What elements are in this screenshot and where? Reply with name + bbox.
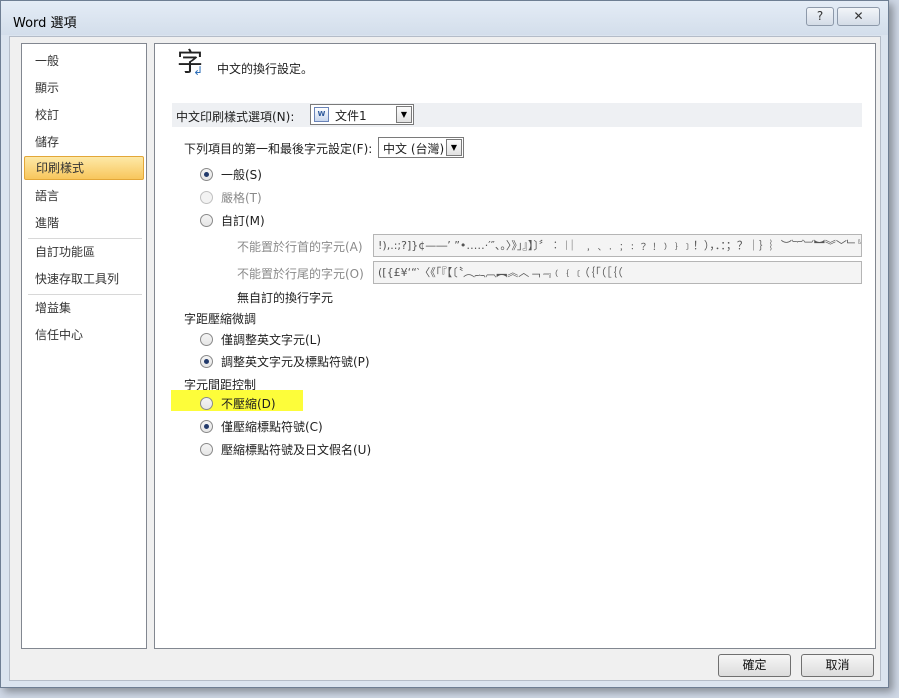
radio-custom[interactable]: [200, 214, 213, 227]
return-arrow-icon: ↲: [193, 64, 204, 78]
dialog-title: Word 選項: [13, 16, 77, 31]
radio-no-compression[interactable]: [200, 397, 213, 410]
radio-custom-label[interactable]: 自訂(M): [221, 212, 265, 229]
nav-item-trust-center[interactable]: 信任中心: [24, 323, 144, 347]
title-bar: Word 選項 ? ✕: [1, 1, 888, 35]
nav-item-add-ins[interactable]: 增益集: [24, 296, 144, 320]
document-select[interactable]: W 文件1 ▼: [310, 104, 414, 125]
radio-kerning-western-punctuation[interactable]: [200, 355, 213, 368]
dialog-content: 一般 顯示 校訂 儲存 印刷樣式 語言 進階 自訂功能區 快速存取工具列 增益集…: [9, 36, 881, 681]
nav-item-display[interactable]: 顯示: [24, 76, 144, 100]
radio-compress-punctuation-kana-label[interactable]: 壓縮標點符號及日文假名(U): [221, 441, 371, 458]
radio-compress-punctuation[interactable]: [200, 420, 213, 433]
word-options-dialog: Word 選項 ? ✕ 一般 顯示 校訂 儲存 印刷樣式 語言 進階 自訂功能區…: [0, 0, 889, 688]
panel-header-text: 中文的換行設定。: [217, 62, 314, 76]
not-end-chars-field[interactable]: ([{£¥‘“‵〈《「『【〔〝︵︷︹︻︽︿﹁﹃﹙﹛﹝（｛｢（［｛（: [373, 261, 862, 284]
nav-item-quick-access-toolbar[interactable]: 快速存取工具列: [24, 267, 144, 291]
nav-divider: [28, 294, 142, 295]
not-begin-chars-label: 不能置於行首的字元(A): [237, 240, 363, 254]
first-last-chars-label: 下列項目的第一和最後字元設定(F):: [184, 142, 373, 156]
cancel-button[interactable]: 取消: [801, 654, 874, 677]
ok-button[interactable]: 確定: [718, 654, 791, 677]
help-button[interactable]: ?: [806, 7, 834, 26]
nav-item-advanced[interactable]: 進階: [24, 211, 144, 235]
radio-strict: [200, 191, 213, 204]
language-select-value: 中文 (台灣): [383, 142, 445, 156]
radio-compress-punctuation-kana[interactable]: [200, 443, 213, 456]
no-custom-chars-label: 無自訂的換行字元: [237, 291, 334, 305]
nav-item-typography[interactable]: 印刷樣式: [24, 156, 144, 180]
nav-item-general[interactable]: 一般: [24, 49, 144, 73]
typography-options-label: 中文印刷樣式選項(N):: [176, 110, 295, 124]
radio-kerning-western-punctuation-label[interactable]: 調整英文字元及標點符號(P): [221, 353, 370, 370]
nav-item-language[interactable]: 語言: [24, 184, 144, 208]
word-document-icon: W: [314, 107, 329, 122]
nav-divider: [28, 238, 142, 239]
kerning-section-label: 字距壓縮微調: [184, 312, 257, 326]
radio-no-compression-label[interactable]: 不壓縮(D): [221, 395, 276, 412]
chevron-down-icon[interactable]: ▼: [396, 106, 412, 123]
close-button[interactable]: ✕: [837, 7, 880, 26]
typography-panel: 字 ↲ 中文的換行設定。 中文印刷樣式選項(N): W 文件1 ▼ 下列項目的第…: [154, 43, 876, 649]
radio-strict-label: 嚴格(T): [221, 191, 262, 205]
radio-kerning-western-only[interactable]: [200, 333, 213, 346]
nav-item-save[interactable]: 儲存: [24, 130, 144, 154]
not-begin-chars-field[interactable]: !),.:;?]}¢—―’ ”•…‥‧′″、。〉》」』】〕〞︰︱︳﹐﹑﹒﹔﹕﹖﹗…: [373, 234, 862, 257]
language-select[interactable]: 中文 (台灣) ▼: [378, 137, 464, 158]
radio-general[interactable]: [200, 168, 213, 181]
options-nav: 一般 顯示 校訂 儲存 印刷樣式 語言 進階 自訂功能區 快速存取工具列 增益集…: [21, 43, 147, 649]
radio-compress-punctuation-label[interactable]: 僅壓縮標點符號(C): [221, 418, 323, 435]
nav-item-customize-ribbon[interactable]: 自訂功能區: [24, 240, 144, 264]
radio-general-label[interactable]: 一般(S): [221, 166, 262, 183]
chevron-down-icon[interactable]: ▼: [446, 139, 462, 156]
document-select-value: 文件1: [335, 109, 367, 123]
nav-item-proofing[interactable]: 校訂: [24, 103, 144, 127]
not-end-chars-label: 不能置於行尾的字元(O): [237, 267, 364, 281]
radio-kerning-western-only-label[interactable]: 僅調整英文字元(L): [221, 331, 321, 348]
